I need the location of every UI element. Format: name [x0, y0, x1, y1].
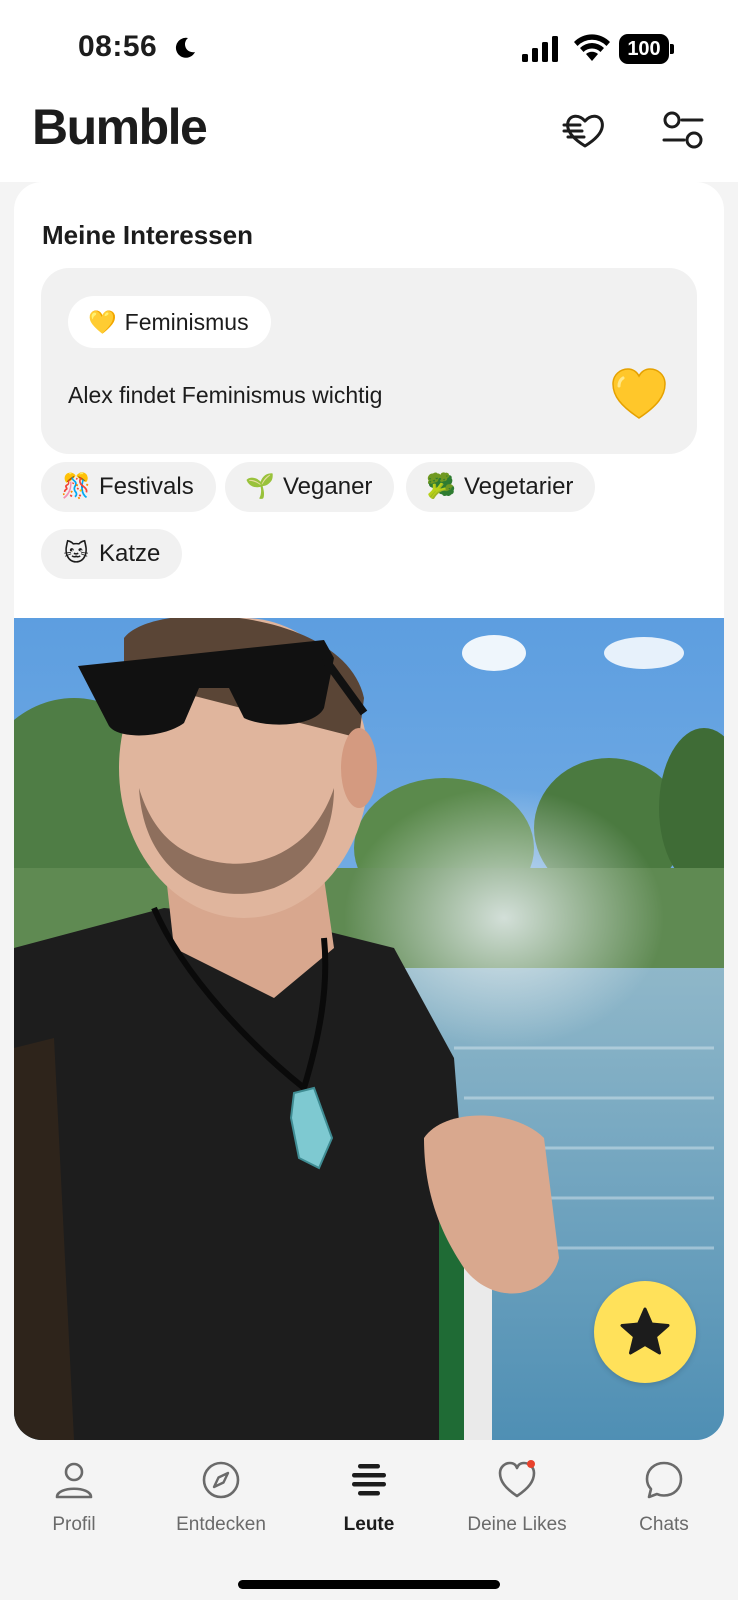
interest-chip-label: Katze	[99, 540, 161, 567]
nav-label: Entdecken	[176, 1514, 266, 1535]
heart-lines-icon[interactable]	[562, 108, 608, 154]
status-time: 08:56	[78, 30, 158, 63]
compass-icon	[202, 1461, 240, 1499]
interest-chip-feminismus[interactable]: 💛 Feminismus	[68, 296, 271, 348]
app-header: Bumble	[0, 92, 738, 182]
interest-chip-label: Vegetarier	[464, 473, 574, 500]
home-indicator[interactable]	[238, 1580, 500, 1589]
confetti-icon: 🎊	[61, 473, 91, 500]
interest-chip-label: Festivals	[99, 473, 194, 500]
nav-label: Leute	[343, 1514, 395, 1535]
nav-item-deine-likes[interactable]: Deine Likes	[447, 1460, 587, 1550]
battery-indicator: 100	[619, 34, 674, 64]
profile-card: Meine Interessen 💛 Feminismus Alex finde…	[14, 182, 724, 1440]
person-icon	[55, 1462, 93, 1499]
nav-label: Profil	[52, 1514, 96, 1535]
app-logo: Bumble	[32, 99, 208, 155]
star-icon	[620, 1307, 670, 1355]
broccoli-icon: 🥦	[426, 473, 456, 500]
interest-chip[interactable]: 🎊 Festivals	[41, 462, 216, 512]
nav-item-profil[interactable]: Profil	[4, 1460, 144, 1550]
battery-level: 100	[627, 38, 661, 60]
interest-chip-label: Veganer	[283, 473, 373, 500]
yellow-heart-icon	[612, 368, 666, 419]
interest-highlight-text: Alex findet Feminismus wichtig	[68, 382, 383, 408]
superswipe-button[interactable]	[594, 1281, 696, 1383]
signal-icon	[522, 36, 558, 62]
seedling-icon: 🌱	[245, 473, 275, 500]
status-bar: 08:56 100	[0, 0, 738, 92]
notification-badge	[527, 1460, 535, 1468]
nav-item-leute[interactable]: Leute	[299, 1460, 439, 1550]
cat-icon: 🐱	[63, 540, 89, 567]
interest-chip-label: Feminismus	[124, 308, 249, 335]
interest-highlight: 💛 Feminismus Alex findet Feminismus wich…	[41, 268, 697, 454]
bottom-nav: Profil Entdecken Leute Deine Likes Chats	[0, 1440, 738, 1600]
interest-chip[interactable]: 🥦 Vegetarier	[406, 462, 596, 512]
heart-emoji-icon: 💛	[88, 308, 117, 335]
nav-label: Chats	[639, 1514, 689, 1535]
wifi-icon	[574, 34, 610, 61]
filter-icon[interactable]	[660, 108, 706, 154]
heart-icon	[498, 1460, 536, 1498]
nav-label: Deine Likes	[467, 1514, 567, 1535]
nav-item-entdecken[interactable]: Entdecken	[151, 1460, 291, 1550]
chat-bubble-icon	[645, 1461, 683, 1499]
people-lines-icon	[352, 1464, 386, 1496]
interests-title: Meine Interessen	[42, 220, 253, 250]
nav-item-chats[interactable]: Chats	[594, 1460, 734, 1550]
interest-chip[interactable]: 🌱 Veganer	[225, 462, 395, 512]
interest-chip[interactable]: 🐱 Katze	[41, 529, 183, 579]
moon-icon	[175, 37, 195, 58]
